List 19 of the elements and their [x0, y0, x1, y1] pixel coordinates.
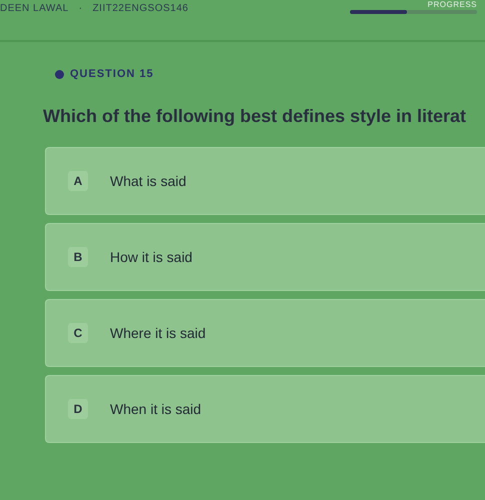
answer-option[interactable]: B How it is said — [45, 223, 485, 291]
option-letter: C — [68, 323, 88, 343]
question-label: QUESTION 15 — [70, 68, 154, 80]
option-letter: D — [68, 399, 88, 419]
answer-option[interactable]: A What is said — [45, 147, 485, 215]
option-text: Where it is said — [110, 325, 206, 341]
option-text: What is said — [110, 173, 186, 189]
separator: · — [78, 3, 83, 14]
progress-label: PROGRESS — [428, 0, 477, 9]
student-name: DEEN LAWAL — [0, 3, 69, 14]
option-letter: A — [68, 171, 88, 191]
info-icon — [55, 70, 64, 78]
question-text: Which of the following best defines style in literat — [43, 106, 468, 127]
answer-option[interactable]: D When it is said — [45, 375, 485, 443]
course-code: ZIIT22ENGSOS146 — [92, 3, 188, 14]
answer-option[interactable]: C Where it is said — [45, 299, 485, 367]
option-text: How it is said — [110, 249, 192, 265]
option-letter: B — [68, 247, 88, 267]
option-text: When it is said — [110, 401, 202, 417]
